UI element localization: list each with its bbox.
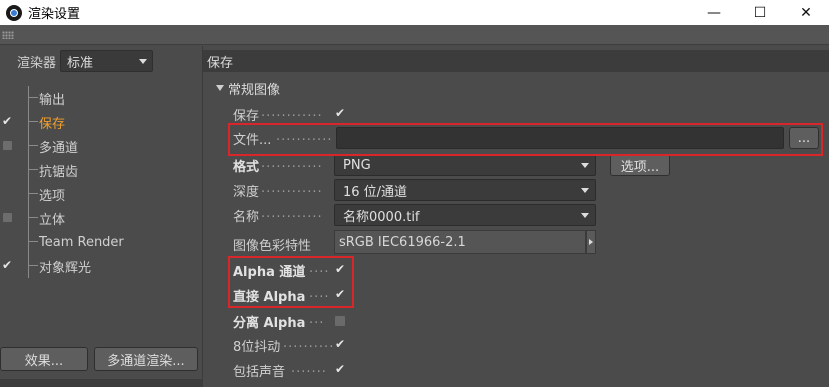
- title-bar: 渲染设置 — ☐ ✕: [0, 0, 829, 25]
- left-panel: 渲染器 标准 输出 ✔ 保存 多通道 抗锯齿 选项 立体 Team Render…: [0, 46, 203, 387]
- minimize-button[interactable]: —: [691, 0, 737, 25]
- dithering-label: 8位抖动: [233, 340, 281, 355]
- include-sound-checkbox[interactable]: ✔: [334, 363, 346, 375]
- name-label: 名称: [233, 210, 260, 225]
- row-depth: 深度 ............ 16 位/通道: [203, 178, 829, 202]
- dot-leader: ............: [261, 156, 323, 171]
- color-profile-label: 图像色彩特性: [233, 239, 312, 254]
- tree-item-object-glow[interactable]: ✔ 对象辉光: [0, 254, 203, 278]
- renderer-select[interactable]: 标准: [60, 50, 154, 72]
- highlight-box-alpha: [228, 256, 354, 308]
- renderer-value: 标准: [67, 55, 94, 71]
- tree-item-label: 选项: [39, 188, 66, 204]
- color-profile-field[interactable]: sRGB IEC61966-2.1: [334, 230, 586, 254]
- highlight-box-file: [228, 123, 823, 156]
- checkmark-icon[interactable]: ✔: [2, 115, 14, 127]
- separate-alpha-label: 分离 Alpha: [233, 316, 306, 331]
- tree-item-label: 立体: [39, 212, 66, 228]
- tree-item-save[interactable]: ✔ 保存: [0, 110, 203, 134]
- color-profile-menu-button[interactable]: [586, 230, 596, 254]
- depth-label: 深度: [233, 185, 260, 200]
- renderer-row: 渲染器 标准: [0, 48, 203, 74]
- dot-leader: ............: [261, 206, 323, 221]
- row-name: 名称 ............ 名称0000.tif: [203, 203, 829, 227]
- row-dithering: 8位抖动 .......... ✔: [203, 333, 829, 357]
- name-format-select[interactable]: 名称0000.tif: [334, 204, 596, 226]
- panel-grip-strip: [0, 25, 829, 45]
- chevron-down-icon: [139, 59, 148, 64]
- row-include-sound: 包括声音 ....... ✔: [203, 358, 829, 382]
- tree-branch-line: [28, 158, 38, 182]
- chevron-down-icon: [581, 163, 589, 168]
- multipass-render-button[interactable]: 多通道渲染...: [94, 347, 198, 371]
- tree-branch-line: [28, 134, 38, 158]
- section-header-save: 保存: [203, 50, 829, 72]
- row-separate-alpha: 分离 Alpha ...: [203, 309, 829, 333]
- format-options-button[interactable]: 选项...: [610, 154, 670, 176]
- tree-item-output[interactable]: 输出: [0, 86, 203, 110]
- right-panel: 保存 常规图像 保存 ............ ✔ 文件... ........…: [203, 46, 829, 387]
- include-sound-label: 包括声音: [233, 365, 286, 380]
- name-format-value: 名称0000.tif: [343, 209, 420, 225]
- settings-tree: 输出 ✔ 保存 多通道 抗锯齿 选项 立体 Team Render ✔ 对象辉光: [0, 86, 203, 278]
- tree-item-multipass[interactable]: 多通道: [0, 134, 203, 158]
- tree-branch-line: [28, 182, 38, 206]
- row-format: 格式 ............ PNG 选项...: [203, 153, 829, 177]
- tree-branch-line: [28, 254, 38, 278]
- renderer-label: 渲染器: [17, 55, 57, 71]
- tree-item-label: 对象辉光: [39, 260, 92, 276]
- tree-item-team-render[interactable]: Team Render: [0, 230, 203, 254]
- tree-item-stereoscopic[interactable]: 立体: [0, 206, 203, 230]
- tree-branch-line: [28, 230, 38, 254]
- save-checkbox[interactable]: ✔: [334, 107, 346, 119]
- cinema4d-app-icon: [6, 4, 22, 21]
- tree-item-antialiasing[interactable]: 抗锯齿: [0, 158, 203, 182]
- chevron-down-icon: [581, 213, 589, 218]
- format-label: 格式: [233, 160, 260, 175]
- checkmark-icon[interactable]: ✔: [2, 259, 14, 271]
- maximize-button[interactable]: ☐: [737, 0, 783, 25]
- format-value: PNG: [343, 157, 371, 173]
- depth-select[interactable]: 16 位/通道: [334, 179, 596, 201]
- subsection-title: 常规图像: [228, 82, 281, 98]
- tree-branch-line: [28, 86, 38, 110]
- checkbox-empty-icon[interactable]: [3, 141, 12, 150]
- dot-leader: ...: [309, 312, 325, 327]
- chevron-down-icon: [581, 188, 589, 193]
- separate-alpha-checkbox[interactable]: [335, 316, 345, 326]
- dot-leader: ............: [261, 181, 323, 196]
- effects-button[interactable]: 效果...: [0, 347, 88, 371]
- left-panel-footer: [0, 379, 203, 387]
- dot-leader: .......: [291, 361, 327, 376]
- format-select[interactable]: PNG: [334, 154, 596, 176]
- checkbox-empty-icon[interactable]: [3, 213, 12, 222]
- close-button[interactable]: ✕: [783, 0, 829, 25]
- subsection-general-image[interactable]: 常规图像: [203, 78, 829, 98]
- tree-item-label: 多通道: [39, 140, 79, 156]
- tree-branch-line: [28, 206, 38, 230]
- row-color-profile: 图像色彩特性 sRGB IEC61966-2.1: [203, 230, 829, 254]
- tree-branch-line: [28, 110, 38, 134]
- collapse-triangle-icon[interactable]: [216, 85, 224, 91]
- depth-value: 16 位/通道: [343, 184, 408, 200]
- tree-item-label: 保存: [39, 116, 66, 132]
- tree-item-label: 输出: [39, 92, 66, 108]
- dithering-checkbox[interactable]: ✔: [334, 338, 346, 350]
- color-profile-value: sRGB IEC61966-2.1: [339, 234, 466, 250]
- tree-item-options[interactable]: 选项: [0, 182, 203, 206]
- save-label: 保存: [233, 109, 260, 124]
- window-title: 渲染设置: [28, 7, 81, 22]
- tree-item-label: Team Render: [39, 234, 124, 250]
- tree-item-label: 抗锯齿: [39, 164, 79, 180]
- triangle-right-icon: [589, 239, 593, 245]
- grip-dots-icon[interactable]: [2, 31, 14, 39]
- dot-leader: ............: [261, 105, 323, 120]
- dot-leader: ..........: [283, 336, 335, 351]
